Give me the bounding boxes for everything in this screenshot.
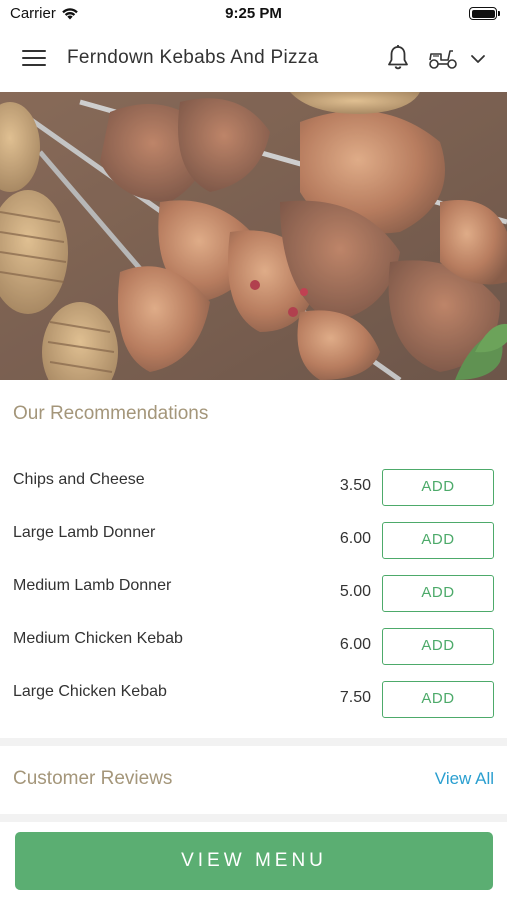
menu-icon[interactable]	[22, 50, 46, 70]
view-menu-button[interactable]: VIEW MENU	[15, 832, 493, 890]
bottom-bar: VIEW MENU	[0, 822, 507, 900]
menu-item-row: Large Chicken Kebab 7.50 ADD	[0, 681, 507, 734]
status-bar: Carrier 9:25 PM	[0, 0, 507, 28]
item-price: 7.50	[339, 689, 371, 706]
restaurant-title: Ferndown Kebabs And Pizza	[67, 47, 319, 68]
add-button[interactable]: ADD	[382, 628, 494, 665]
view-all-link[interactable]: View All	[435, 769, 494, 789]
hero-image	[0, 92, 507, 380]
battery-icon	[469, 7, 500, 20]
add-button[interactable]: ADD	[382, 469, 494, 506]
item-price: 5.00	[339, 583, 371, 600]
item-name: Chips and Cheese	[13, 471, 145, 488]
menu-item-row: Chips and Cheese 3.50 ADD	[0, 469, 507, 522]
menu-item-row: Medium Lamb Donner 5.00 ADD	[0, 575, 507, 628]
bell-icon[interactable]	[385, 44, 411, 72]
menu-item-row: Medium Chicken Kebab 6.00 ADD	[0, 628, 507, 681]
menu-item-row: Large Lamb Donner 6.00 ADD	[0, 522, 507, 575]
section-divider	[0, 814, 507, 822]
recommendations-heading: Our Recommendations	[13, 403, 209, 424]
add-button[interactable]: ADD	[382, 522, 494, 559]
app-header: Ferndown Kebabs And Pizza	[0, 28, 507, 92]
item-name: Medium Lamb Donner	[13, 577, 172, 594]
section-divider	[0, 738, 507, 746]
scooter-icon[interactable]	[427, 47, 459, 71]
item-name: Large Chicken Kebab	[13, 683, 167, 700]
add-button[interactable]: ADD	[382, 681, 494, 718]
reviews-heading: Customer Reviews	[13, 768, 173, 789]
item-name: Large Lamb Donner	[13, 524, 156, 541]
status-time: 9:25 PM	[225, 5, 282, 22]
item-name: Medium Chicken Kebab	[13, 630, 183, 647]
item-price: 6.00	[339, 636, 371, 653]
item-price: 3.50	[339, 477, 371, 494]
chevron-down-icon[interactable]	[470, 52, 486, 64]
add-button[interactable]: ADD	[382, 575, 494, 612]
item-price: 6.00	[339, 530, 371, 547]
